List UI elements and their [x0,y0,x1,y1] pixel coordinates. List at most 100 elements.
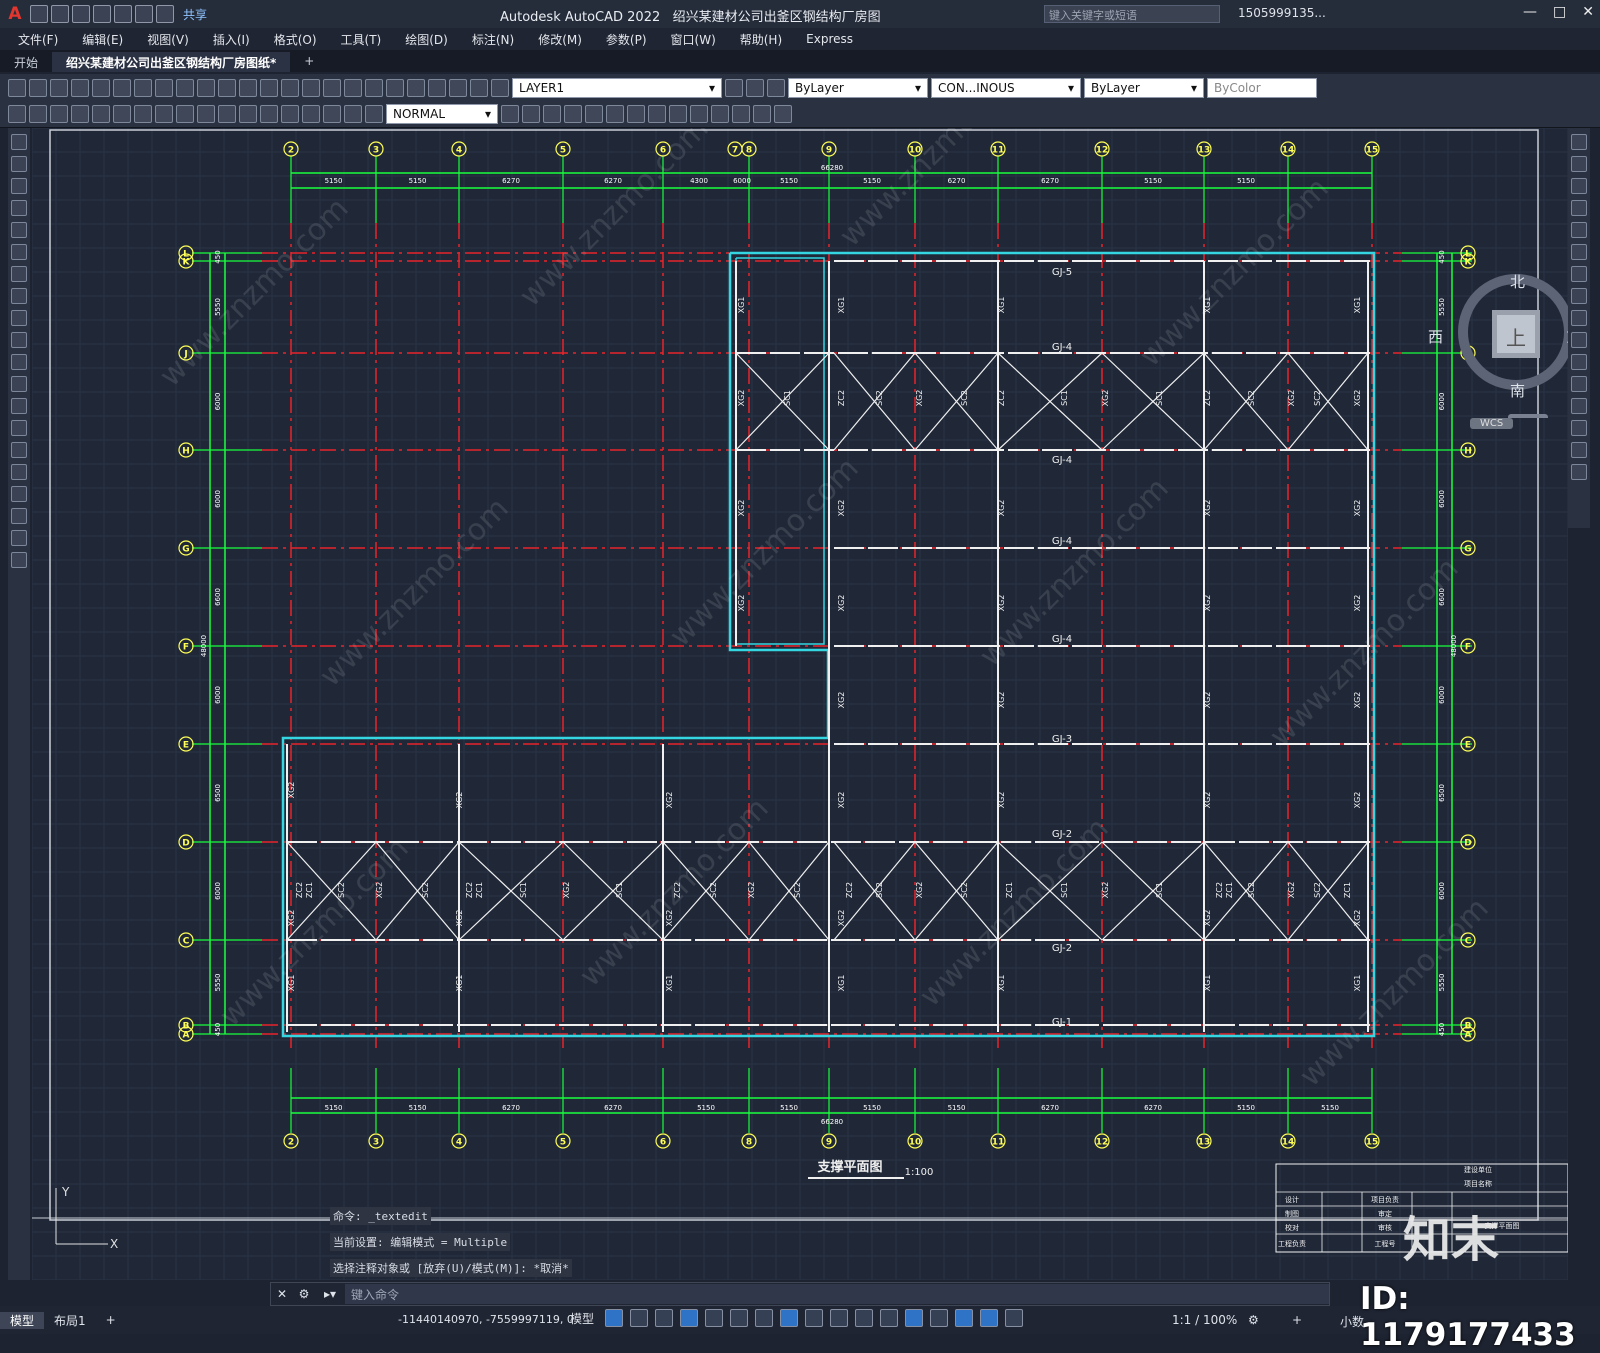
spline-icon[interactable] [11,310,27,326]
grid-icon[interactable] [605,1309,624,1327]
layer-manager-icon[interactable] [449,79,467,97]
viewcube[interactable]: 北 南 西 东 上 WCS [1428,268,1568,429]
make-current-layer-icon[interactable] [725,79,743,97]
ordinate-icon[interactable] [71,105,89,123]
mirror-icon[interactable] [1571,178,1587,194]
viewcube-south[interactable]: 南 [1510,380,1525,401]
jogged-icon[interactable] [113,105,131,123]
selection-cycling-icon[interactable] [855,1309,874,1327]
copy-icon[interactable] [155,79,173,97]
rectangle-icon[interactable] [11,222,27,238]
gizmo-icon[interactable] [955,1309,974,1327]
menu-edit[interactable]: 编辑(E) [82,31,123,48]
ellipse-icon[interactable] [11,332,27,348]
ungroup-icon[interactable] [774,105,792,123]
paste-icon[interactable] [176,79,194,97]
menu-tools[interactable]: 工具(T) [341,31,382,48]
linear-dimension-icon[interactable] [8,105,26,123]
lineweight-dropdown[interactable]: ByLayer ▾ [1084,78,1204,98]
dimension-edit-icon[interactable] [323,105,341,123]
undo-icon[interactable] [218,79,236,97]
auto-scale-icon[interactable] [1005,1309,1024,1327]
tolerance-icon[interactable] [239,105,257,123]
rotate-icon[interactable] [543,105,561,123]
polygon-icon[interactable] [11,200,27,216]
arc-length-icon[interactable] [50,105,68,123]
menu-help[interactable]: 帮助(H) [740,31,782,48]
menu-file[interactable]: 文件(F) [18,31,58,48]
close-button[interactable]: ✕ [1582,4,1594,20]
workspace-gear-icon[interactable]: ⚙ [1248,1313,1259,1327]
menu-draw[interactable]: 绘图(D) [405,31,448,48]
layer-dropdown[interactable]: LAYER1 ▾ [512,78,722,98]
publish-icon[interactable] [113,79,131,97]
menu-insert[interactable]: 插入(I) [213,31,250,48]
layout-tab-layout1[interactable]: 布局1 [44,1312,96,1329]
revision-cloud-icon[interactable] [11,288,27,304]
table-icon[interactable] [11,508,27,524]
break-object-icon[interactable] [1571,398,1587,414]
textstyle-dropdown[interactable]: NORMAL ▾ [386,104,498,124]
annotation-monitor-icon[interactable]: + [1292,1313,1302,1327]
transparency-icon[interactable] [830,1309,849,1327]
object-snap-icon[interactable] [780,1309,799,1327]
infer-constraints-icon[interactable] [655,1309,674,1327]
new-icon[interactable] [8,79,26,97]
selection-filter-icon[interactable] [930,1309,949,1327]
autocad-logo-icon[interactable]: A [0,0,30,28]
calculator-icon[interactable] [407,79,425,97]
viewcube-top-face[interactable]: 上 [1506,322,1526,351]
stretch-icon[interactable] [1571,310,1587,326]
cut-icon[interactable] [134,79,152,97]
redo-icon[interactable] [239,79,257,97]
dynamic-ucs-icon[interactable] [905,1309,924,1327]
inspection-icon[interactable] [281,105,299,123]
tool-palettes-icon[interactable] [386,79,404,97]
construction-line-icon[interactable] [11,156,27,172]
insert-block-icon[interactable] [11,376,27,392]
join-icon[interactable] [627,105,645,123]
zoom-realtime-icon[interactable] [281,79,299,97]
menu-express[interactable]: Express [806,32,853,46]
help-icon[interactable] [428,79,446,97]
isodraft-icon[interactable] [730,1309,749,1327]
center-mark-icon[interactable] [260,105,278,123]
polyline-icon[interactable] [11,178,27,194]
join-object-icon[interactable] [1571,420,1587,436]
linetype-dropdown[interactable]: CON...INOUS ▾ [931,78,1081,98]
snap-icon[interactable] [630,1309,649,1327]
object-snap-tracking-icon[interactable] [755,1309,774,1327]
layer-state-icon[interactable] [767,79,785,97]
search-input[interactable]: 键入关键字或短语 [1044,5,1220,23]
radius-icon[interactable] [92,105,110,123]
scale-icon[interactable] [1571,288,1587,304]
diameter-icon[interactable] [134,105,152,123]
circle-icon[interactable] [11,266,27,282]
properties-icon[interactable] [344,79,362,97]
gradient-icon[interactable] [11,464,27,480]
rotate-object-icon[interactable] [1571,266,1587,282]
menu-parametric[interactable]: 参数(P) [606,31,647,48]
hatch-icon[interactable] [11,442,27,458]
move-icon[interactable] [522,105,540,123]
command-prompt-icon[interactable]: ▸▾ [315,1287,345,1301]
offset-icon[interactable] [1571,200,1587,216]
print-icon[interactable] [71,79,89,97]
isolate-icon[interactable] [732,105,750,123]
viewcube-north[interactable]: 北 [1510,271,1525,292]
trim-object-icon[interactable] [1571,332,1587,348]
add-tab-button[interactable]: + [290,52,328,72]
lineweight-icon[interactable] [805,1309,824,1327]
aligned-dimension-icon[interactable] [29,105,47,123]
match-properties-icon[interactable] [197,79,215,97]
draworder-icon[interactable] [711,105,729,123]
extend-object-icon[interactable] [1571,354,1587,370]
pan-icon[interactable] [260,79,278,97]
color-dropdown[interactable]: ByLayer ▾ [788,78,928,98]
plotstyle-dropdown[interactable]: ByColor [1207,78,1317,98]
mtext-icon[interactable] [11,530,27,546]
3d-osnap-icon[interactable] [880,1309,899,1327]
erase-icon[interactable] [1571,134,1587,150]
open-file-icon[interactable] [51,5,69,23]
extend-icon[interactable] [585,105,603,123]
